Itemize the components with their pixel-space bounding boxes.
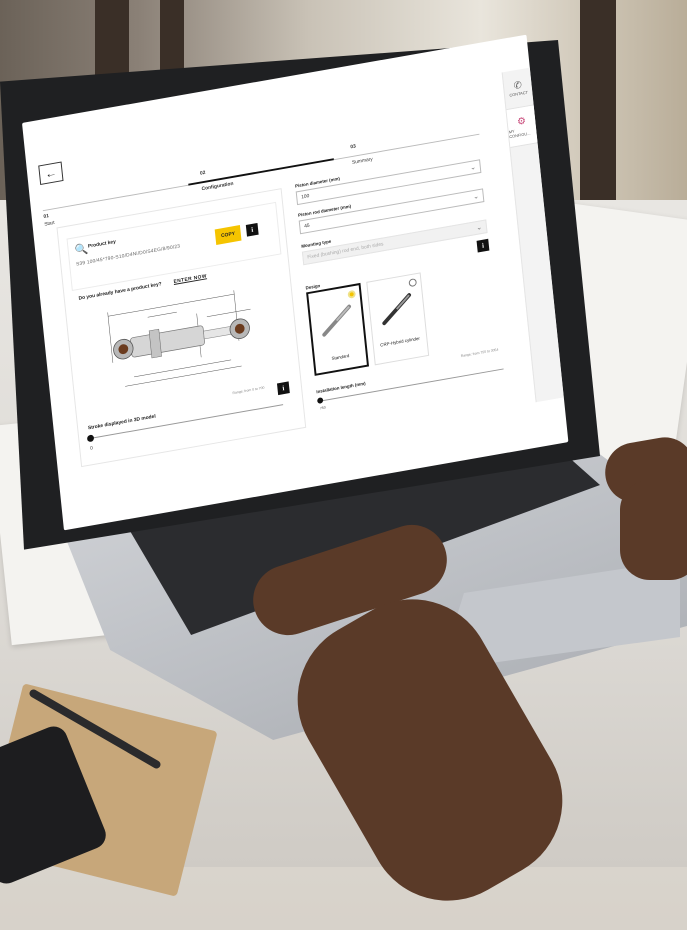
cylinder-drawing [107,290,251,387]
contact-tab[interactable]: ✆ CONTACT [502,67,534,111]
info-icon[interactable]: i [276,381,290,396]
design-hybrid-label: CRP-Hybrid cylinder [380,335,421,348]
cylinder-barrel [130,325,205,358]
info-icon[interactable]: i [245,222,259,237]
install-length-slider-handle[interactable] [317,397,324,404]
step-number: 01 [43,213,50,220]
chevron-down-icon: ⌄ [476,224,483,232]
stroke-value: 0 [89,445,94,452]
product-key-label: Product key [87,238,117,250]
key-icon: 🔍 [74,242,89,257]
install-length-range: Range: from 750 to 3054 [460,347,499,359]
step-summary[interactable]: Summary [352,156,373,165]
design-option-crp-hybrid[interactable]: CRP-Hybrid cylinder [366,272,430,366]
piston-rod [203,325,234,340]
standard-cylinder-icon [322,304,351,337]
arrow-left-icon: ← [44,165,58,182]
install-length-value: 750 [319,405,326,411]
radio-unselected[interactable] [408,278,418,288]
right-wrist [620,480,687,580]
chevron-down-icon: ⌄ [469,163,477,172]
my-configurations-tab[interactable]: ⚙ MY CONFIGU... [506,105,538,148]
contact-label: CONTACT [509,89,529,98]
radio-selected[interactable] [347,289,356,299]
stroke-range: Range: from 0 to 700 [232,385,265,396]
step-start[interactable]: Start [44,220,55,228]
back-button[interactable]: ← [38,161,64,185]
step-number: 02 [199,169,206,177]
step-number: 03 [350,143,357,151]
info-icon[interactable]: i [476,238,490,253]
design-standard-label: Standard [331,353,350,362]
copy-button[interactable]: COPY [214,225,242,245]
hybrid-cylinder-icon [382,293,412,326]
rod-diameter-value: 45 [303,222,310,230]
my-configurations-label: MY CONFIGU... [508,128,531,139]
installation-length-label: Installation length (mm) [316,380,366,395]
stroke-slider-handle[interactable] [86,434,95,443]
chevron-down-icon: ⌄ [472,193,480,201]
configurator-screen: ← 01 Start 02 Configuration 03 Summary ✆… [22,34,569,531]
product-card: 🔍 Product key S39 100/45*790-S10/D4Ni/D0… [56,188,307,468]
piston-diameter-value: 100 [300,193,310,201]
design-option-standard[interactable]: Standard [306,282,370,376]
window-frame [580,0,616,210]
enter-now-link[interactable]: ENTER NOW [173,273,207,285]
product-key-box: 🔍 Product key S39 100/45*790-S10/D4Ni/D0… [66,201,282,292]
